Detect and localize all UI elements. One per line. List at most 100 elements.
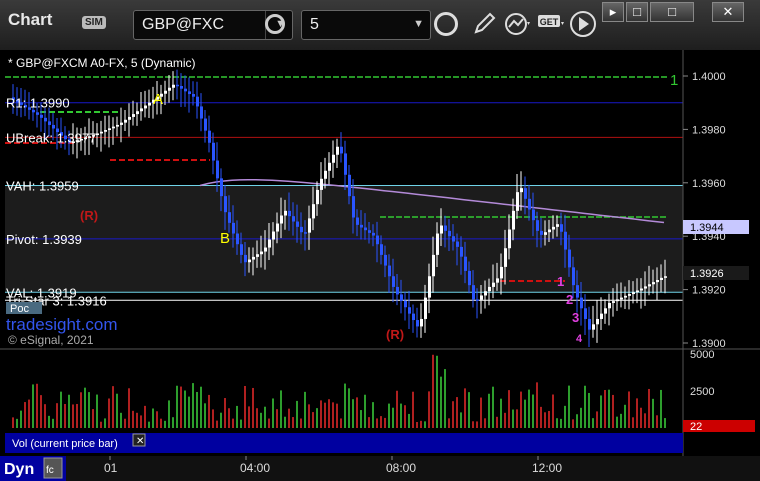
candle-body [164, 90, 167, 94]
candle-body [196, 96, 199, 107]
green-count-label: 1 [670, 72, 678, 89]
candle-body [592, 324, 595, 330]
volume-bar [428, 391, 430, 428]
volume-bar [584, 385, 586, 428]
level-label: VAH: 1.3959 [6, 178, 79, 193]
volume-bar [232, 418, 234, 428]
symbol-dropdown[interactable]: GBP@FXC ▼ [133, 10, 293, 40]
get-icon[interactable]: GET [537, 12, 565, 36]
volume-bar [152, 408, 154, 428]
interval-dropdown[interactable]: 5 ▼ [301, 10, 431, 40]
volume-bar [284, 416, 286, 428]
candle-body [552, 226, 555, 230]
dyn-button[interactable]: Dyn [4, 461, 34, 478]
pencil-icon[interactable] [472, 12, 496, 36]
volume-tick-label: 5000 [690, 349, 714, 361]
candle-body [272, 231, 275, 240]
volume-bar [596, 411, 598, 428]
volume-bar [228, 408, 230, 428]
play-icon[interactable] [569, 10, 597, 38]
volume-bar [396, 390, 398, 428]
candle-body [224, 196, 227, 213]
clock-icon[interactable] [434, 12, 458, 36]
volume-bar [44, 404, 46, 428]
candle-body [444, 225, 447, 231]
candle-body [332, 154, 335, 163]
candle-body [48, 121, 51, 125]
volume-bar [204, 403, 206, 428]
volume-bar [256, 408, 258, 428]
candle-body [220, 178, 223, 197]
window-menu-button[interactable]: ▸ [602, 2, 624, 22]
candle-body [352, 196, 355, 218]
svg-text:✕: ✕ [136, 436, 144, 447]
volume-bar [20, 410, 22, 428]
volume-bar [368, 417, 370, 428]
studies-icon[interactable] [504, 12, 532, 36]
candle-body [584, 308, 587, 319]
candle-body [168, 87, 171, 91]
volume-bar [272, 398, 274, 428]
candle-body [288, 210, 291, 217]
candle-body [304, 232, 307, 234]
volume-bar [188, 396, 190, 428]
candle-body [232, 222, 235, 234]
candle-body [216, 160, 219, 179]
candle-body [564, 231, 567, 250]
maximize-button[interactable]: □ [650, 2, 694, 22]
volume-bar [568, 385, 570, 428]
candle-body [452, 236, 455, 242]
candle-body [448, 230, 451, 237]
candle-body [548, 229, 551, 233]
volume-bar [348, 388, 350, 428]
volume-bar [112, 386, 114, 428]
marker-b: B [220, 230, 230, 247]
candle-body [428, 276, 431, 298]
volume-bar [192, 383, 194, 428]
candle-body [432, 254, 435, 277]
volume-bar [52, 418, 54, 428]
candle-body [116, 124, 119, 127]
volume-current-label: 22 [690, 421, 702, 433]
poc-tag-label: Poc [10, 303, 29, 315]
volume-bar [492, 386, 494, 428]
volume-bar [660, 389, 662, 428]
volume-bar [444, 369, 446, 428]
volume-bar [176, 385, 178, 428]
volume-bar [48, 415, 50, 428]
candle-body [344, 153, 347, 175]
level-label: Pivot: 1.3939 [6, 232, 82, 247]
volume-bar [248, 406, 250, 428]
gear-icon[interactable] [265, 14, 285, 34]
candle-body [364, 227, 367, 231]
close-button[interactable]: ✕ [712, 2, 744, 22]
price-tick-label: 1.4000 [692, 71, 726, 83]
volume-bar [324, 402, 326, 428]
candle-body [328, 162, 331, 171]
volume-bar [172, 417, 174, 428]
volume-bar [100, 421, 102, 428]
volume-bar [268, 418, 270, 428]
volume-bar [592, 418, 594, 428]
level-label: UBreak: 1.3977 [6, 130, 96, 145]
time-label: 04:00 [240, 461, 270, 475]
price-chart[interactable]: * GBP@FXCM A0-FX, 5 (Dynamic) R1: 1.3990… [0, 50, 760, 481]
volume-bar [288, 408, 290, 428]
candle-body [276, 223, 279, 232]
candle-body [192, 94, 195, 97]
volume-bar [36, 383, 38, 428]
candle-body [132, 114, 135, 117]
minimize-button[interactable]: □ [626, 2, 648, 22]
candle-body [148, 102, 151, 106]
volume-bar [536, 382, 538, 428]
candle-body [404, 300, 407, 308]
candle-body [424, 297, 427, 319]
candle-body [628, 294, 631, 296]
volume-bar [516, 409, 518, 428]
volume-bar [328, 399, 330, 428]
candle-body [556, 224, 559, 227]
candle-body [492, 282, 495, 287]
volume-bar [80, 392, 82, 428]
candle-body [540, 230, 543, 235]
volume-bar [208, 394, 210, 428]
